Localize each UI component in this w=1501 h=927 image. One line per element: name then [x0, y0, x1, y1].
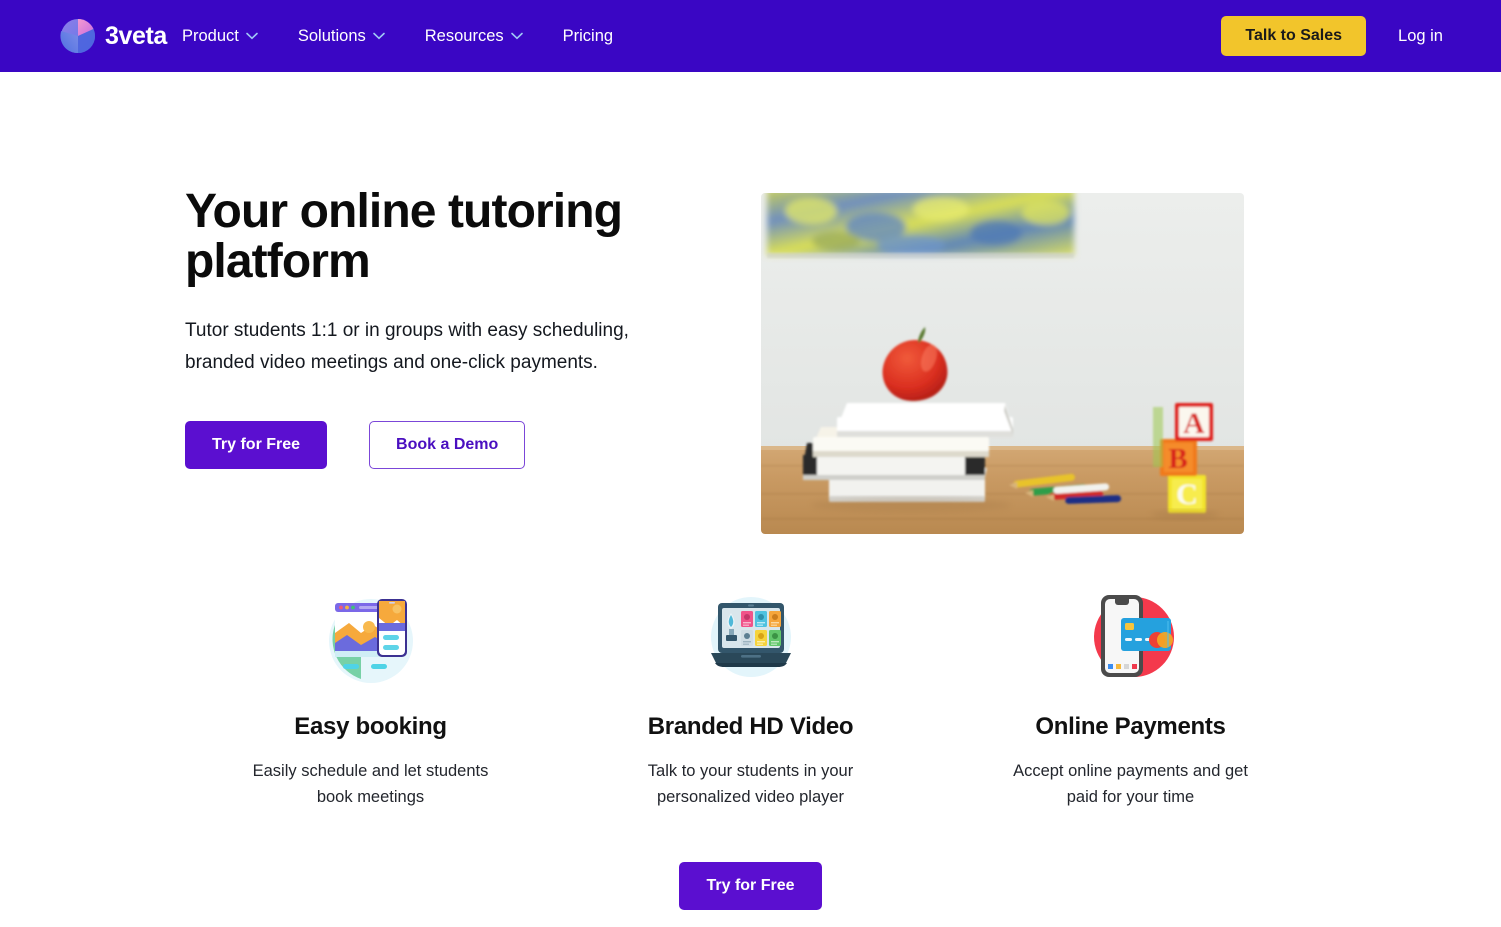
feature-card-easy-booking: Easy booking Easily schedule and let stu… — [181, 585, 561, 810]
nav-item-product[interactable]: Product — [182, 27, 258, 46]
feature-description: Easily schedule and let students book me… — [252, 762, 489, 807]
page-title: Your online tutoring platform — [185, 185, 623, 288]
hero-subtitle: Tutor students 1:1 or in groups with eas… — [185, 319, 629, 373]
feature-description: Accept online payments and get paid for … — [1013, 762, 1248, 807]
chevron-down-icon — [246, 32, 258, 40]
svg-text:C: C — [1176, 478, 1198, 511]
feature-title: Online Payments — [1035, 713, 1226, 740]
phone-credit-card-icon — [1081, 585, 1181, 685]
nav-label: Product — [182, 26, 239, 45]
brand-wordmark: 3veta — [105, 21, 167, 50]
hero-cta-group: Try for Free Book a Demo — [185, 420, 725, 469]
nav-item-solutions[interactable]: Solutions — [298, 27, 385, 46]
laptop-branding-pen-icon — [701, 585, 801, 685]
feature-title: Easy booking — [294, 713, 447, 740]
bottom-cta-section: Try for Free — [0, 862, 1501, 910]
feature-description: Talk to your students in your personaliz… — [647, 762, 854, 807]
bottom-try-for-free-button[interactable]: Try for Free — [679, 862, 822, 910]
brand-logo[interactable]: 3veta — [60, 18, 167, 54]
3veta-circle-logo-icon — [60, 18, 96, 54]
features-section: Easy booking Easily schedule and let stu… — [0, 585, 1501, 810]
nav-label: Resources — [424, 26, 504, 45]
nav-item-pricing[interactable]: Pricing — [563, 27, 613, 46]
hero-text-column: Your online tutoring platform Tutor stud… — [185, 187, 725, 469]
talk-to-sales-button[interactable]: Talk to Sales — [1221, 16, 1367, 56]
chevron-down-icon — [372, 32, 385, 40]
primary-nav-links: Product Solutions Resources Pricing — [182, 0, 613, 72]
booking-browser-mobile-icon — [321, 585, 421, 685]
nav-label: Pricing — [562, 26, 614, 45]
feature-title: Branded HD Video — [647, 713, 854, 740]
nav-actions: Talk to Sales Log in — [1221, 0, 1443, 72]
login-link[interactable]: Log in — [1398, 27, 1443, 46]
chevron-down-icon — [510, 32, 523, 40]
top-navigation-bar: 3veta Product Solutions Resources Pricin… — [0, 0, 1501, 72]
try-for-free-button[interactable]: Try for Free — [185, 420, 328, 469]
nav-item-resources[interactable]: Resources — [425, 27, 523, 46]
feature-card-online-payments: Online Payments Accept online payments a… — [941, 585, 1321, 810]
svg-text:B: B — [1168, 443, 1187, 475]
book-a-demo-button[interactable]: Book a Demo — [369, 420, 526, 469]
svg-text:A: A — [1183, 407, 1205, 440]
hero-image: C B A — [761, 193, 1244, 534]
nav-label: Solutions — [297, 26, 366, 45]
feature-card-branded-hd-video: Branded HD Video Talk to your students i… — [561, 585, 941, 810]
